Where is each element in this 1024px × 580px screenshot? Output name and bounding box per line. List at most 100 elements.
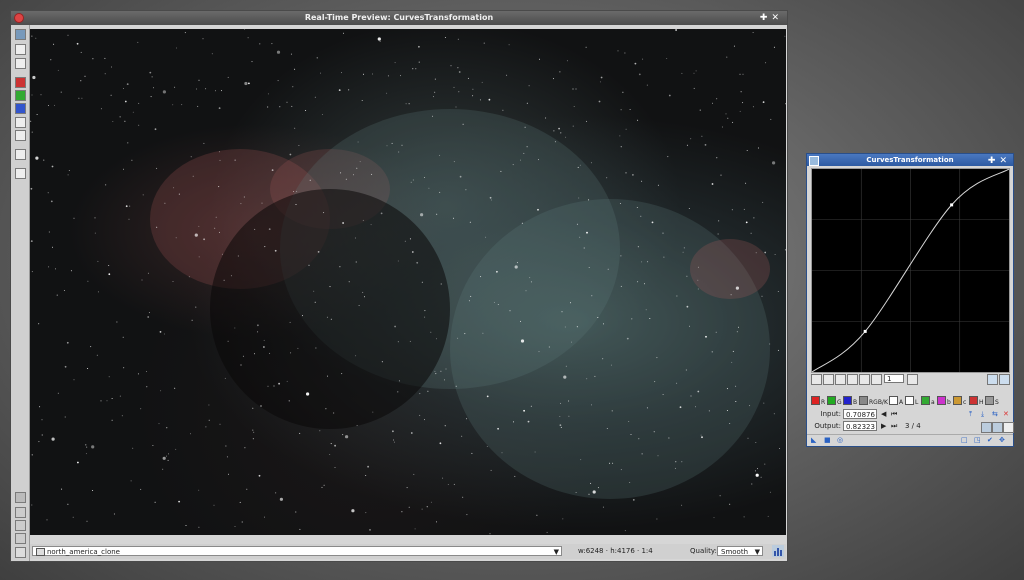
star — [198, 489, 200, 491]
edit-point-icon[interactable] — [811, 374, 822, 385]
curve-graph[interactable] — [811, 168, 1010, 373]
channel-r[interactable]: R — [811, 396, 825, 406]
zoom-out-icon[interactable] — [859, 374, 870, 385]
green-channel-icon[interactable] — [15, 90, 26, 101]
star — [530, 405, 532, 407]
star — [730, 294, 732, 296]
pan-icon[interactable] — [871, 374, 882, 385]
star — [757, 147, 759, 149]
star — [108, 265, 110, 266]
move-icon[interactable] — [15, 533, 26, 544]
first-point-icon[interactable]: ⏮ — [891, 409, 897, 420]
channel-a[interactable]: a — [921, 396, 935, 406]
channel-rgbk[interactable]: RGB/K — [859, 396, 888, 406]
akima-interp-icon[interactable] — [981, 422, 992, 433]
delete-point-icon[interactable] — [835, 374, 846, 385]
star — [31, 131, 33, 133]
star — [320, 72, 321, 74]
star — [73, 217, 75, 219]
zoom-field[interactable]: 1 — [884, 374, 904, 383]
check-icon[interactable]: ✔ — [987, 436, 993, 444]
channel-g[interactable]: G — [827, 396, 842, 406]
quality-select[interactable]: Smooth ▼ — [717, 546, 763, 556]
window-buttons[interactable]: ✚✕ — [988, 155, 1011, 167]
histogram-icon[interactable] — [772, 545, 784, 557]
channel-b[interactable]: B — [843, 396, 857, 406]
input-field[interactable]: 0.70876 — [843, 409, 877, 419]
zoom-to-fit-icon[interactable] — [907, 374, 918, 385]
star — [345, 435, 349, 439]
star — [152, 445, 154, 446]
star — [226, 456, 228, 458]
curve-point[interactable] — [863, 329, 867, 333]
channel-l[interactable]: L — [905, 396, 919, 406]
star — [277, 80, 279, 82]
window-buttons[interactable]: ✚✕ — [760, 12, 783, 24]
zoom-icon[interactable] — [15, 492, 26, 503]
last-point-icon[interactable]: ⏭ — [891, 421, 897, 432]
channel-h[interactable]: H — [969, 396, 984, 406]
reset-icon[interactable]: ✕ — [1003, 409, 1009, 420]
image-viewport[interactable] — [30, 29, 786, 535]
select-point-icon[interactable] — [823, 374, 834, 385]
close-icon[interactable] — [14, 13, 24, 23]
star — [575, 88, 577, 90]
star — [483, 42, 485, 44]
camera-icon[interactable] — [15, 149, 26, 160]
rgb-channel-icon[interactable] — [15, 117, 26, 128]
channel-b[interactable]: b — [937, 396, 951, 406]
channel-a[interactable]: A — [889, 396, 903, 406]
star — [764, 251, 767, 254]
star — [267, 385, 269, 387]
star — [785, 103, 786, 105]
star — [470, 295, 472, 297]
star — [725, 113, 727, 115]
pin-icon[interactable]: ⤒ — [969, 409, 972, 420]
cubic-interp-icon[interactable] — [992, 422, 1003, 433]
blue-channel-icon[interactable] — [15, 103, 26, 114]
invert-icon[interactable]: ⇆ — [992, 409, 998, 420]
apply-icon[interactable]: ■ — [824, 436, 831, 444]
view-name: north_america_clone — [47, 548, 120, 556]
split-view-icon[interactable] — [15, 58, 26, 69]
alpha-channel-icon[interactable] — [15, 130, 26, 141]
channel-label: L — [915, 399, 919, 406]
star — [462, 123, 464, 125]
star — [651, 221, 654, 224]
save-icon[interactable] — [15, 168, 26, 179]
next-point-icon[interactable]: ▶ — [881, 421, 886, 432]
channel-s[interactable]: S — [985, 396, 999, 406]
star — [772, 161, 776, 165]
browse-docs-icon[interactable]: ◳ — [974, 436, 981, 444]
channel-c[interactable]: c — [953, 396, 966, 406]
zoom-in-icon[interactable] — [847, 374, 858, 385]
new-instance-icon[interactable]: ◣ — [811, 436, 816, 444]
arrow-icon[interactable] — [15, 507, 26, 518]
output-field[interactable]: 0.82323 — [843, 421, 877, 431]
star — [244, 81, 248, 86]
star — [760, 476, 762, 478]
refresh-icon[interactable] — [15, 29, 26, 40]
curve-point[interactable] — [950, 203, 954, 207]
expand-icon[interactable]: ✥ — [999, 436, 1005, 444]
reset-process-icon[interactable]: □ — [961, 436, 968, 444]
star — [30, 240, 33, 243]
pan-icon[interactable] — [15, 520, 26, 531]
star — [153, 87, 154, 89]
red-channel-icon[interactable] — [15, 77, 26, 88]
before-after-icon[interactable] — [15, 44, 26, 55]
star — [545, 117, 547, 119]
process-icon[interactable] — [809, 156, 819, 166]
linear-interp-icon[interactable] — [1003, 422, 1014, 433]
curve-display-icon[interactable] — [987, 374, 998, 385]
star — [194, 233, 198, 237]
realtime-preview-icon[interactable]: ◎ — [837, 436, 843, 444]
grid-icon[interactable] — [999, 374, 1010, 385]
fit-view-icon[interactable] — [15, 547, 26, 558]
star — [632, 499, 635, 501]
reverse-icon[interactable]: ⤓ — [981, 409, 984, 420]
star — [436, 213, 438, 215]
view-selector[interactable]: north_america_clone ▼ — [32, 546, 562, 556]
star — [418, 45, 420, 48]
prev-point-icon[interactable]: ◀ — [881, 409, 886, 420]
